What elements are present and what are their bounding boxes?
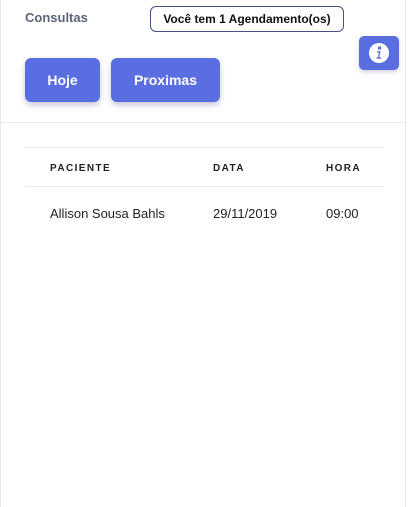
column-header-patient: PACIENTE	[50, 163, 112, 174]
appointments-table: PACIENTE DATA HORA Allison Sousa Bahls 2…	[25, 147, 384, 239]
today-button[interactable]: Hoje	[25, 58, 100, 102]
time-cell: 09:00	[326, 206, 359, 221]
patient-name-cell: Allison Sousa Bahls	[50, 206, 165, 221]
table-row[interactable]: Allison Sousa Bahls 29/11/2019 09:00	[25, 187, 384, 239]
info-icon	[369, 43, 389, 63]
column-header-date: DATA	[213, 163, 245, 174]
page-title: Consultas	[25, 10, 88, 25]
date-cell: 29/11/2019	[213, 206, 278, 221]
consultas-panel: Consultas Você tem 1 Agendamento(os) Hoj…	[0, 0, 407, 507]
upcoming-button[interactable]: Proximas	[111, 58, 220, 102]
section-divider	[1, 122, 407, 123]
appointment-count-badge: Você tem 1 Agendamento(os)	[150, 6, 344, 32]
table-header: PACIENTE DATA HORA	[25, 147, 384, 187]
column-header-time: HORA	[326, 163, 362, 174]
info-button[interactable]	[359, 36, 399, 70]
